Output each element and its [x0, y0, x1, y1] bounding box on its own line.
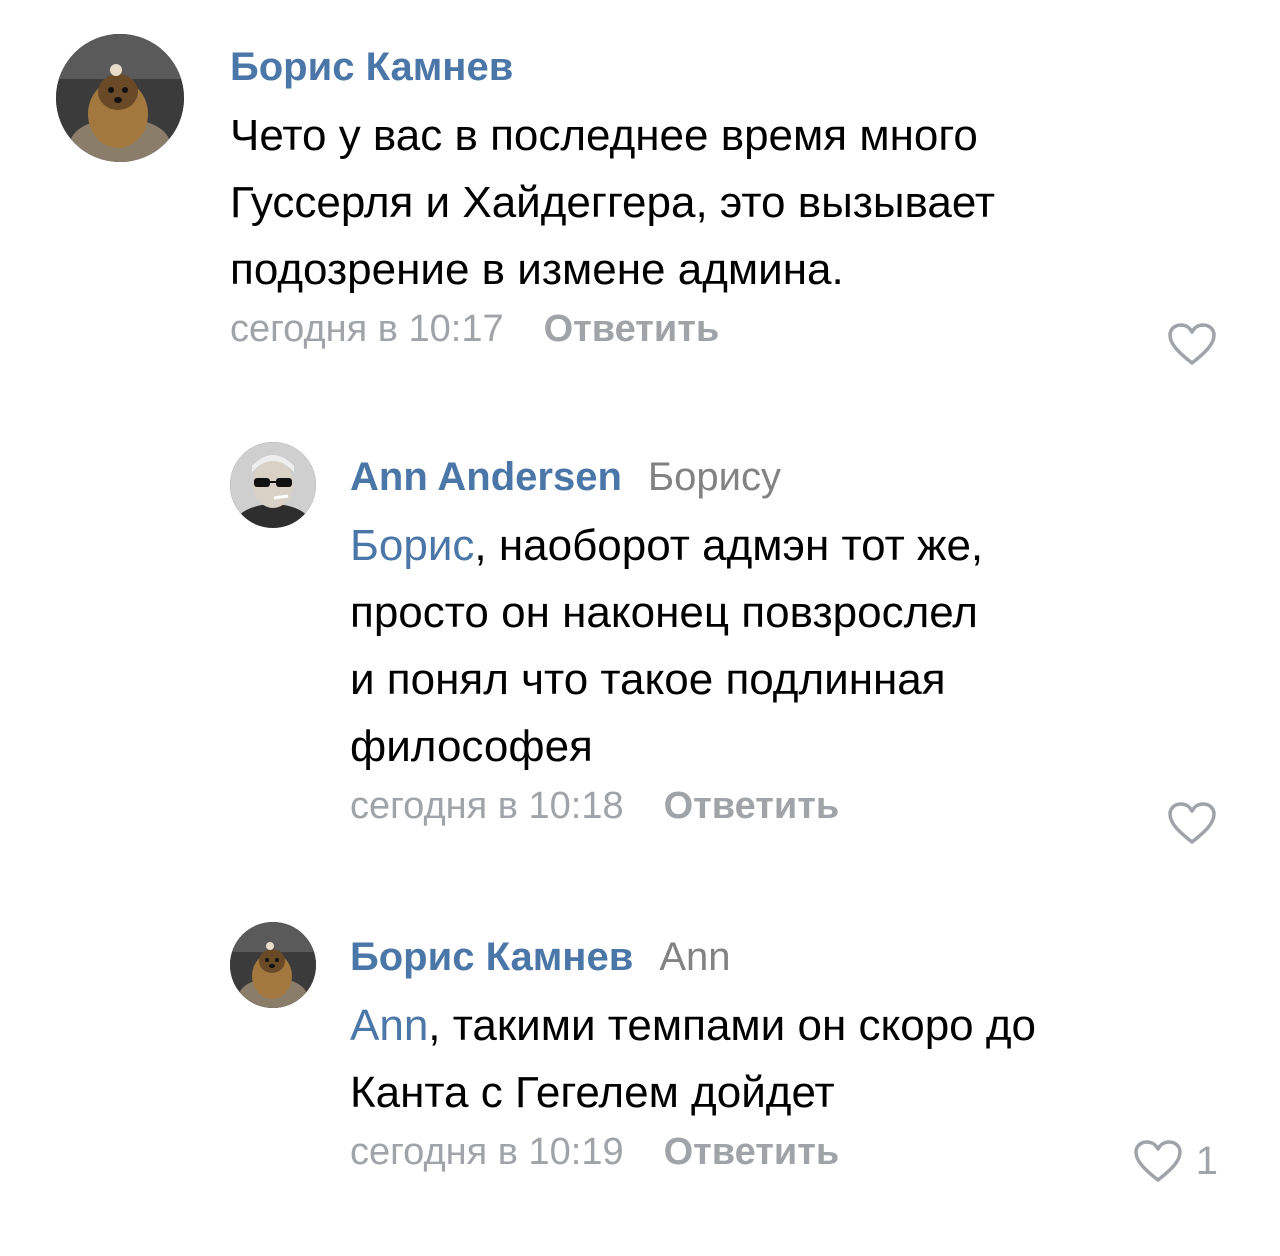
text-line: Борис, наоборот адмэн тот же, — [350, 521, 984, 570]
yorkshire-terrier-icon — [230, 922, 316, 1008]
heart-icon — [1134, 1140, 1182, 1182]
reply-button[interactable]: Ответить — [664, 1131, 840, 1173]
text-line: философея — [350, 722, 593, 771]
like-button[interactable] — [1166, 321, 1218, 367]
author-name[interactable]: Борис Камнев — [230, 45, 513, 89]
timestamp: сегодня в 10:18 — [350, 785, 624, 827]
person-sunglasses-icon — [230, 442, 316, 528]
reply-to-link[interactable]: Борису — [648, 455, 781, 499]
text-line: Канта с Гегелем дойдет — [350, 1068, 835, 1117]
mention-link[interactable]: Ann — [350, 1001, 428, 1050]
author-name[interactable]: Борис Камнев — [350, 935, 633, 979]
yorkshire-terrier-icon — [56, 34, 184, 162]
text-line: Гуссерля и Хайдеггера, это вызывает — [230, 178, 996, 227]
heart-icon — [1168, 323, 1216, 365]
avatar[interactable] — [56, 34, 184, 162]
timestamp: сегодня в 10:19 — [350, 1131, 624, 1173]
text-line: и понял что такое подлинная — [350, 655, 946, 704]
like-count: 1 — [1195, 1138, 1218, 1183]
text-line: подозрение в измене админа. — [230, 245, 844, 294]
text-line: Ann, такими темпами он скоро до — [350, 1001, 1037, 1050]
reply-button[interactable]: Ответить — [544, 308, 720, 350]
avatar[interactable] — [230, 922, 316, 1008]
mention-link[interactable]: Борис — [350, 521, 474, 570]
reply-to-link[interactable]: Ann — [659, 935, 730, 979]
timestamp: сегодня в 10:17 — [230, 308, 504, 350]
comment-text: Борис, наоборот адмэн тот же, просто он … — [350, 512, 983, 780]
reply-button[interactable]: Ответить — [664, 785, 840, 827]
like-button[interactable]: 1 — [1132, 1138, 1218, 1184]
avatar[interactable] — [230, 442, 316, 528]
like-button[interactable] — [1166, 800, 1218, 846]
author-name[interactable]: Ann Andersen — [350, 455, 622, 499]
text-line: Чето у вас в последнее время много — [230, 111, 978, 160]
text-line: просто он наконец повзрослел — [350, 588, 978, 637]
comment-text: Ann, такими темпами он скоро до Канта с … — [350, 992, 1036, 1126]
heart-icon — [1168, 802, 1216, 844]
comment-text: Чето у вас в последнее время много Гуссе… — [230, 102, 995, 303]
